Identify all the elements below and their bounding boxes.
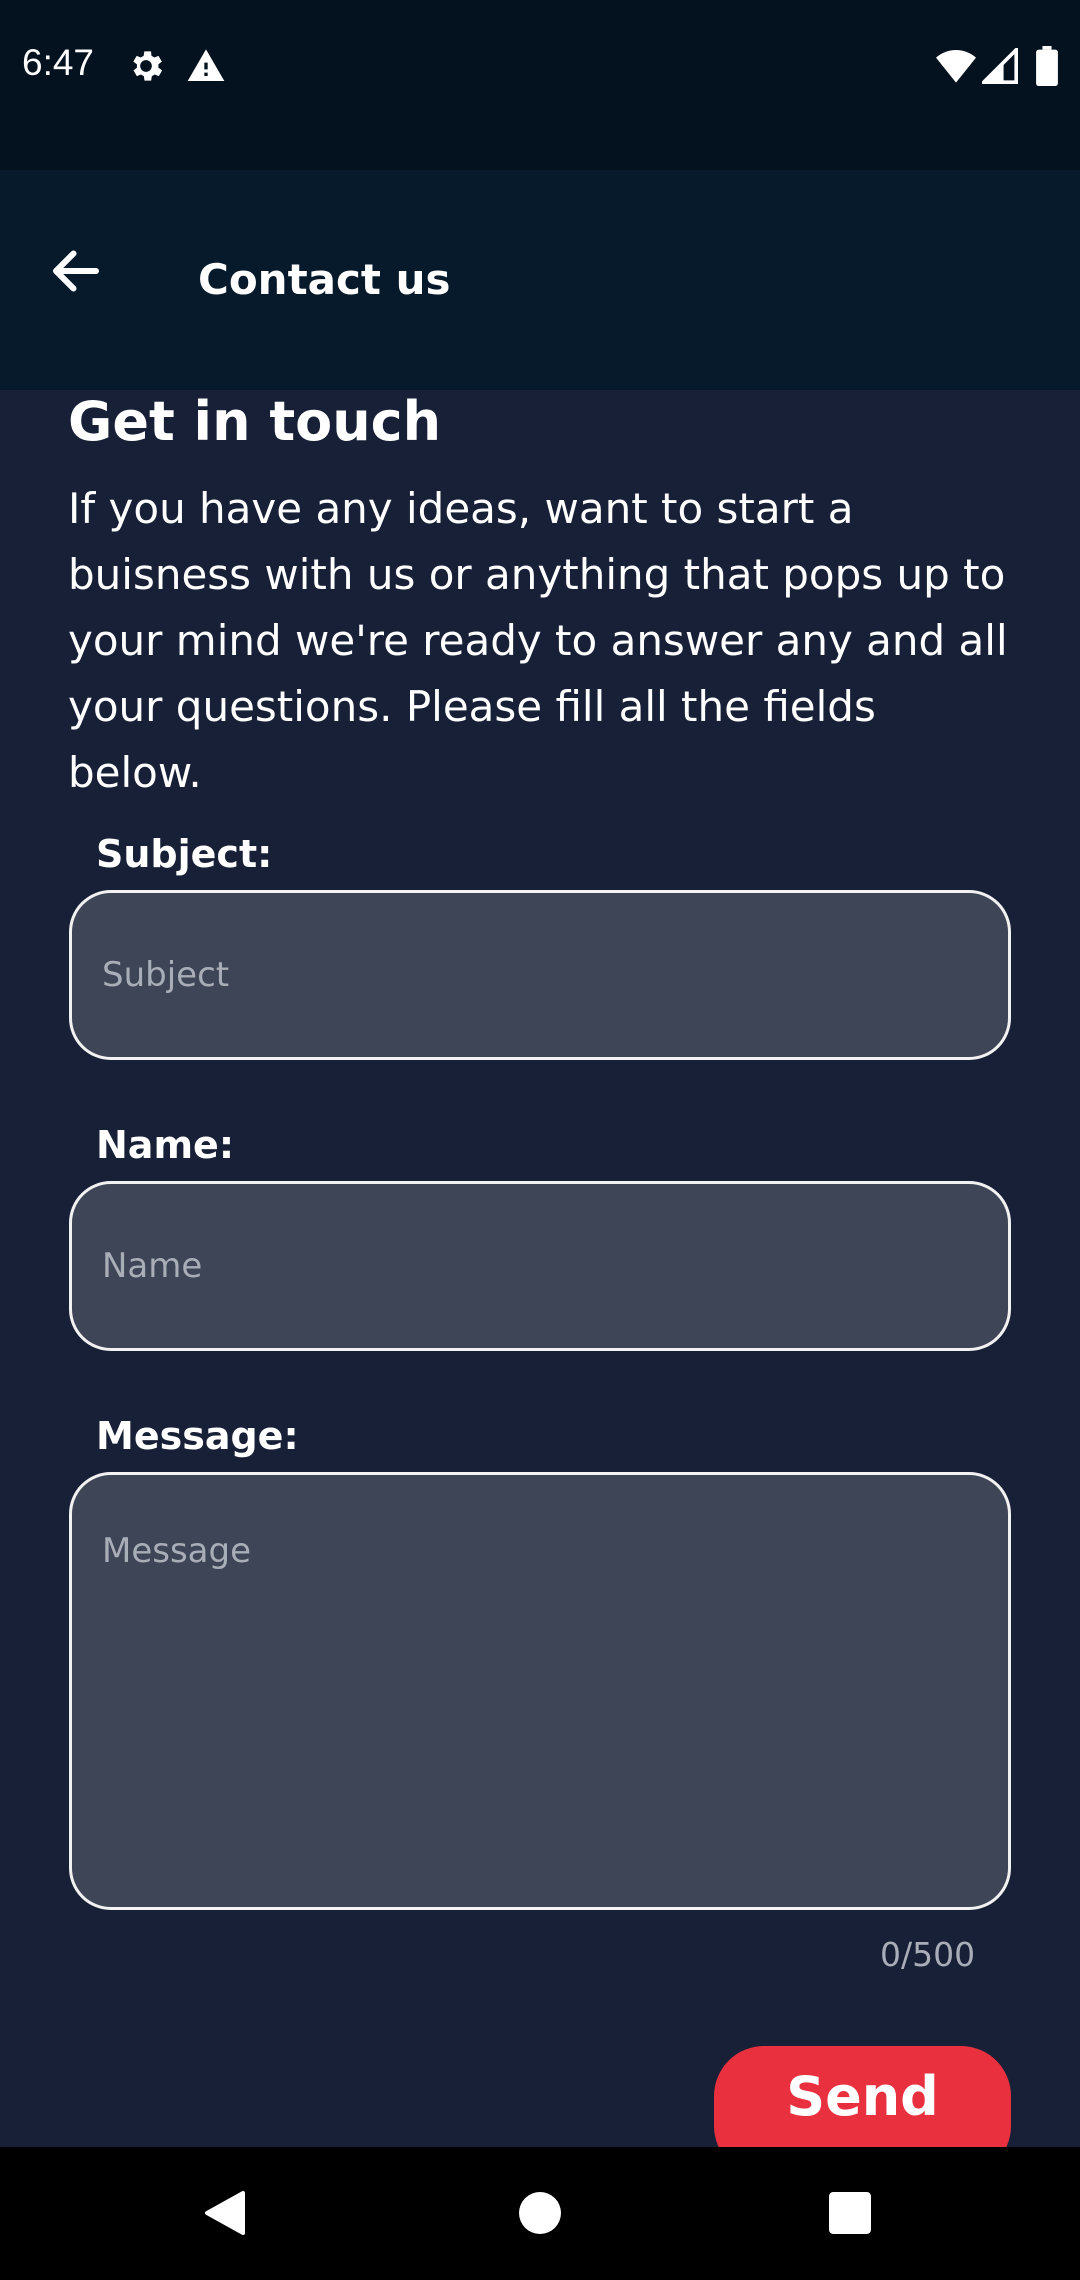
status-bar: 6:47 bbox=[0, 0, 1080, 170]
message-textarea[interactable] bbox=[69, 1472, 1011, 1910]
home-circle-icon bbox=[519, 2192, 561, 2238]
page-title: Contact us bbox=[198, 255, 451, 304]
nav-recents-button[interactable] bbox=[815, 2180, 885, 2250]
form-heading: Get in touch bbox=[68, 390, 442, 453]
settings-icon bbox=[126, 46, 166, 90]
app-bar: Contact us bbox=[0, 170, 1080, 390]
nav-home-button[interactable] bbox=[505, 2180, 575, 2250]
contact-form-content: Get in touch If you have any ideas, want… bbox=[0, 390, 1080, 2147]
recents-square-icon bbox=[829, 2192, 871, 2238]
system-nav-bar bbox=[0, 2147, 1080, 2280]
arrow-back-icon bbox=[46, 241, 106, 305]
signal-icon bbox=[979, 45, 1018, 88]
character-counter: 0/500 bbox=[880, 1935, 976, 1974]
message-label: Message: bbox=[96, 1414, 299, 1458]
intro-text: If you have any ideas, want to start a b… bbox=[68, 484, 1008, 797]
wifi-icon bbox=[936, 48, 976, 88]
subject-label: Subject: bbox=[96, 832, 273, 876]
status-time: 6:47 bbox=[22, 42, 95, 83]
battery-icon bbox=[1036, 46, 1058, 90]
name-input[interactable] bbox=[69, 1181, 1011, 1351]
subject-input[interactable] bbox=[69, 890, 1011, 1060]
name-label: Name: bbox=[96, 1123, 235, 1167]
warning-icon bbox=[186, 46, 226, 90]
nav-back-button[interactable] bbox=[190, 2180, 260, 2250]
back-triangle-icon bbox=[203, 2189, 247, 2241]
send-button[interactable]: Send bbox=[714, 2046, 1011, 2147]
back-button[interactable] bbox=[36, 233, 116, 313]
